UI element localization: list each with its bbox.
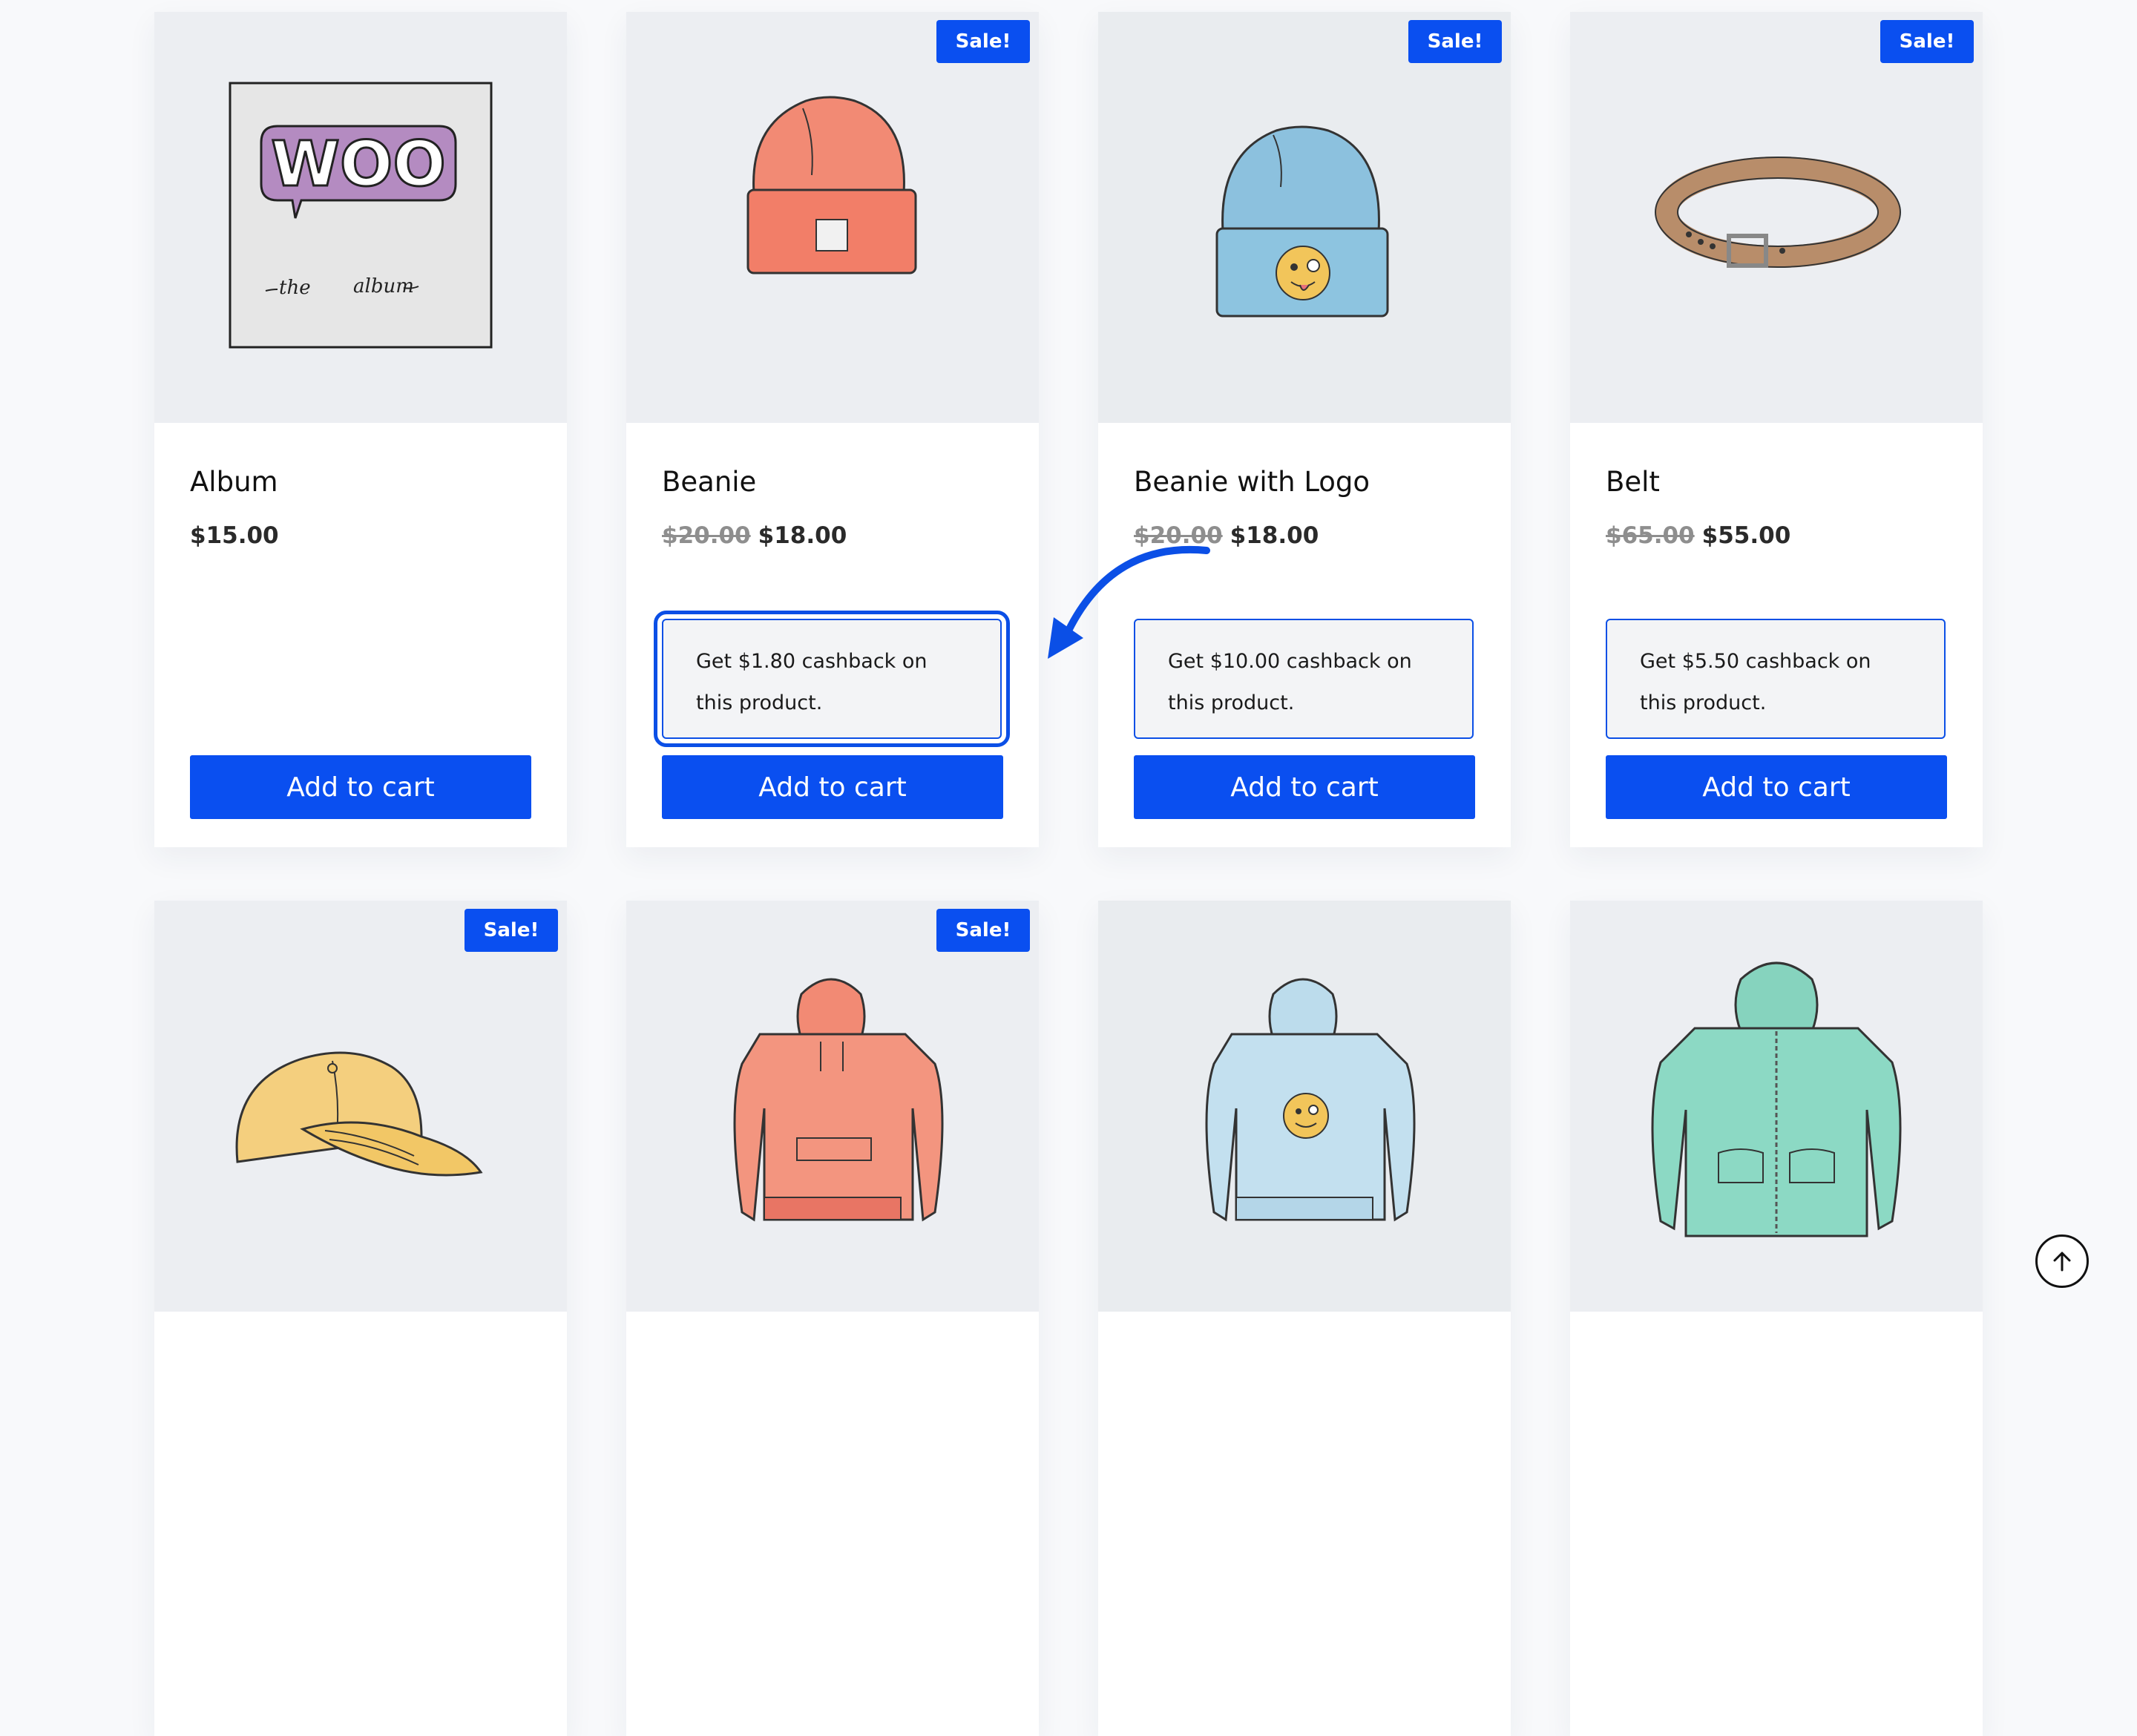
old-price: $20.00 [662,522,751,549]
old-price: $65.00 [1606,522,1695,549]
cashback-notice: Get $1.80 cashback on this product. [654,611,1010,747]
product-image[interactable] [1570,901,1983,1312]
product-title[interactable]: Beanie [662,466,756,498]
album-word-the: the [279,277,311,299]
album-logo-text: WOO [271,128,445,200]
product-card-belt: Sale! Belt $65.00 $55.00 Get $5.50 cashba… [1570,12,1983,847]
sale-badge: Sale! [936,909,1030,952]
product-image[interactable]: WOO the album [154,12,567,423]
album-word-album: album [353,275,414,297]
sale-badge: Sale! [936,20,1030,63]
product-image[interactable]: Sale! [626,12,1039,423]
sale-badge: Sale! [465,909,558,952]
sale-badge: Sale! [1880,20,1974,63]
product-image[interactable]: Sale! [1098,12,1511,423]
product-title[interactable]: Belt [1606,466,1660,498]
orange-beanie-illustration [746,96,917,274]
cashback-notice: Get $5.50 cashback on this product. [1606,619,1946,739]
arrow-up-icon [2053,1252,2071,1272]
product-title[interactable]: Beanie with Logo [1134,466,1370,498]
cashback-line-1: Get $1.80 cashback on [696,650,928,673]
product-card-cap: Sale! [154,901,567,1736]
product-card-beanie: Sale! Beanie $20.00 $18.00 Get $1.80 cash… [626,12,1039,847]
product-card-hoodie-with-logo [1098,901,1511,1736]
product-card-hoodie-with-zipper [1570,901,1983,1736]
price: $18.00 [1230,522,1319,549]
product-card-beanie-with-logo: Sale! Beanie with Logo $20.00 $18.00 Get … [1098,12,1511,847]
blue-hoodie-illustration [1205,978,1416,1222]
product-card-hoodie: Sale! [626,901,1039,1736]
add-to-cart-button[interactable]: Add to cart [1134,755,1475,819]
product-image[interactable]: Sale! [1570,12,1983,423]
product-image[interactable]: Sale! [154,901,567,1312]
product-image[interactable] [1098,901,1511,1312]
belt-illustration [1655,157,1901,268]
cashback-line-1: Get $5.50 cashback on [1640,650,1871,673]
product-price: $15.00 [190,522,279,549]
add-to-cart-button[interactable]: Add to cart [190,755,531,819]
blue-beanie-illustration [1215,125,1389,318]
product-card-album: WOO the album Album $15.00 Add to cart [154,12,567,847]
orange-hoodie-illustration [733,978,944,1222]
product-image[interactable]: Sale! [626,901,1039,1312]
yellow-cap-illustration [235,1051,483,1177]
cashback-line-2: this product. [696,691,823,714]
price: $55.00 [1701,522,1791,549]
product-price: $20.00 $18.00 [662,522,847,549]
price: $15.00 [190,522,279,549]
cashback-line-2: this product. [1640,691,1767,714]
add-to-cart-button[interactable]: Add to cart [1606,755,1947,819]
product-price: $65.00 $55.00 [1606,522,1790,549]
green-hoodie-illustration [1651,961,1902,1237]
product-title[interactable]: Album [190,466,278,498]
curved-arrow-icon [1048,546,1210,659]
scroll-to-top-button[interactable] [2035,1234,2089,1288]
price: $18.00 [758,522,847,549]
sale-badge: Sale! [1408,20,1502,63]
cashback-line-2: this product. [1168,691,1295,714]
add-to-cart-button[interactable]: Add to cart [662,755,1003,819]
album-cover-illustration: WOO the album [229,82,493,349]
